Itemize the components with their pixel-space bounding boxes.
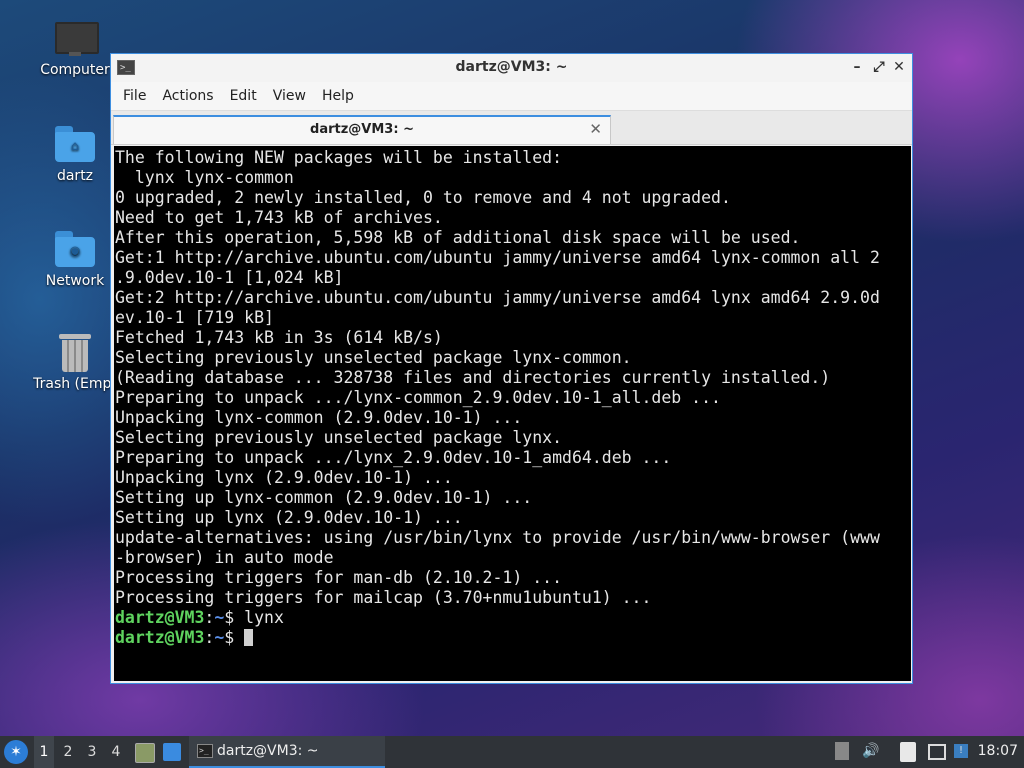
terminal-tab[interactable]: dartz@VM3: ~ ✕	[113, 115, 611, 144]
desktop-icon-label: Network	[45, 273, 105, 289]
terminal-line: Processing triggers for mailcap (3.70+nm…	[115, 588, 652, 607]
terminal-line: Get:2 http://archive.ubuntu.com/ubuntu j…	[115, 288, 880, 307]
terminal-line: Setting up lynx (2.9.0dev.10-1) ...	[115, 508, 463, 527]
file-manager-icon[interactable]	[135, 743, 155, 763]
show-desktop-icon[interactable]	[163, 743, 181, 761]
trash-icon	[53, 332, 97, 372]
terminal-icon: >_	[197, 744, 213, 758]
tab-bar: dartz@VM3: ~ ✕	[111, 111, 912, 145]
terminal-line: Need to get 1,743 kB of archives.	[115, 208, 443, 227]
menu-help[interactable]: Help	[314, 82, 362, 110]
terminal-line: -browser) in auto mode	[115, 548, 334, 567]
workspace-1-button[interactable]: 1	[34, 736, 54, 768]
prompt-user-host: dartz@VM3	[115, 628, 205, 647]
workspace-3-button[interactable]: 3	[82, 736, 102, 768]
workspace-2-button[interactable]: 2	[58, 736, 78, 768]
terminal-line: 0 upgraded, 2 newly installed, 0 to remo…	[115, 188, 731, 207]
prompt-separator: :	[204, 608, 215, 627]
terminal-line: Preparing to unpack .../lynx-common_2.9.…	[115, 388, 721, 407]
terminal-line: .9.0dev.10-1 [1,024 kB]	[115, 268, 344, 287]
terminal-line: lynx lynx-common	[115, 168, 294, 187]
tab-label: dartz@VM3: ~	[310, 122, 414, 137]
tray-clipboard-icon[interactable]	[835, 742, 849, 760]
prompt-path: ~	[214, 608, 225, 627]
clock[interactable]: 18:07	[978, 743, 1018, 759]
terminal-output[interactable]: The following NEW packages will be insta…	[114, 146, 911, 681]
prompt-path: ~	[214, 628, 225, 647]
terminal-window: >_ dartz@VM3: ~ – ⤢ ✕ File Actions Edit …	[110, 53, 913, 684]
taskbar: ✶ 1 2 3 4 >_ dartz@VM3: ~ 🔊 ! 18:07	[0, 736, 1024, 768]
terminal-line: Selecting previously unselected package …	[115, 348, 632, 367]
terminal-line: Fetched 1,743 kB in 3s (614 kB/s)	[115, 328, 443, 347]
prompt-user-host: dartz@VM3	[115, 608, 205, 627]
terminal-line: ev.10-1 [719 kB]	[115, 308, 274, 327]
window-titlebar[interactable]: >_ dartz@VM3: ~ – ⤢ ✕	[111, 54, 912, 82]
start-menu-button[interactable]: ✶	[4, 740, 28, 764]
terminal-line: Unpacking lynx-common (2.9.0dev.10-1) ..…	[115, 408, 523, 427]
desktop-icon-label: Trash (Empt	[33, 376, 117, 392]
terminal-line: update-alternatives: using /usr/bin/lynx…	[115, 528, 880, 547]
menu-view[interactable]: View	[265, 82, 314, 110]
text-cursor	[244, 629, 254, 646]
terminal-line: Processing triggers for man-db (2.10.2-1…	[115, 568, 563, 587]
menu-file[interactable]: File	[115, 82, 154, 110]
updates-icon[interactable]: !	[954, 744, 968, 758]
close-button[interactable]: ✕	[890, 58, 908, 76]
terminal-line: Get:1 http://archive.ubuntu.com/ubuntu j…	[115, 248, 880, 267]
volume-icon[interactable]: 🔊	[862, 742, 880, 760]
maximize-button[interactable]: ⤢	[870, 58, 888, 76]
prompt-symbol: $	[224, 628, 235, 647]
prompt-separator: :	[204, 628, 215, 647]
terminal-line: Selecting previously unselected package …	[115, 428, 563, 447]
notes-icon[interactable]	[900, 742, 916, 762]
taskbar-terminal-task[interactable]: >_ dartz@VM3: ~	[189, 736, 385, 768]
network-status-icon[interactable]	[928, 744, 946, 760]
minimize-button[interactable]: –	[848, 58, 866, 76]
desktop-icon-label: Computer	[40, 62, 110, 78]
terminal-line: (Reading database ... 328738 files and d…	[115, 368, 831, 387]
prompt-line: dartz@VM3:~$	[115, 628, 911, 648]
command-text: lynx	[244, 608, 284, 627]
window-title: dartz@VM3: ~	[455, 59, 568, 75]
task-label: dartz@VM3: ~	[217, 743, 319, 759]
terminal-line: After this operation, 5,598 kB of additi…	[115, 228, 801, 247]
desktop-icon-network[interactable]: ◉ Network	[27, 229, 123, 289]
prompt-symbol: $	[224, 608, 235, 627]
home-folder-icon: ⌂	[53, 124, 97, 164]
desktop-icon-computer[interactable]: Computer	[27, 18, 123, 78]
terminal-line: Setting up lynx-common (2.9.0dev.10-1) .…	[115, 488, 533, 507]
computer-icon	[53, 18, 99, 58]
terminal-line: Preparing to unpack .../lynx_2.9.0dev.10…	[115, 448, 672, 467]
menu-actions[interactable]: Actions	[154, 82, 221, 110]
desktop-icon-trash[interactable]: Trash (Empt	[27, 332, 123, 392]
terminal-line: The following NEW packages will be insta…	[115, 148, 563, 167]
desktop-icon-home[interactable]: ⌂ dartz	[27, 124, 123, 184]
terminal-line: Unpacking lynx (2.9.0dev.10-1) ...	[115, 468, 453, 487]
menu-edit[interactable]: Edit	[222, 82, 265, 110]
desktop-icon-label: dartz	[56, 168, 94, 184]
network-folder-icon: ◉	[53, 229, 97, 269]
prompt-line: dartz@VM3:~$ lynx	[115, 608, 911, 628]
tab-close-icon[interactable]: ✕	[589, 120, 602, 138]
workspace-4-button[interactable]: 4	[106, 736, 126, 768]
menu-bar: File Actions Edit View Help	[111, 82, 912, 111]
